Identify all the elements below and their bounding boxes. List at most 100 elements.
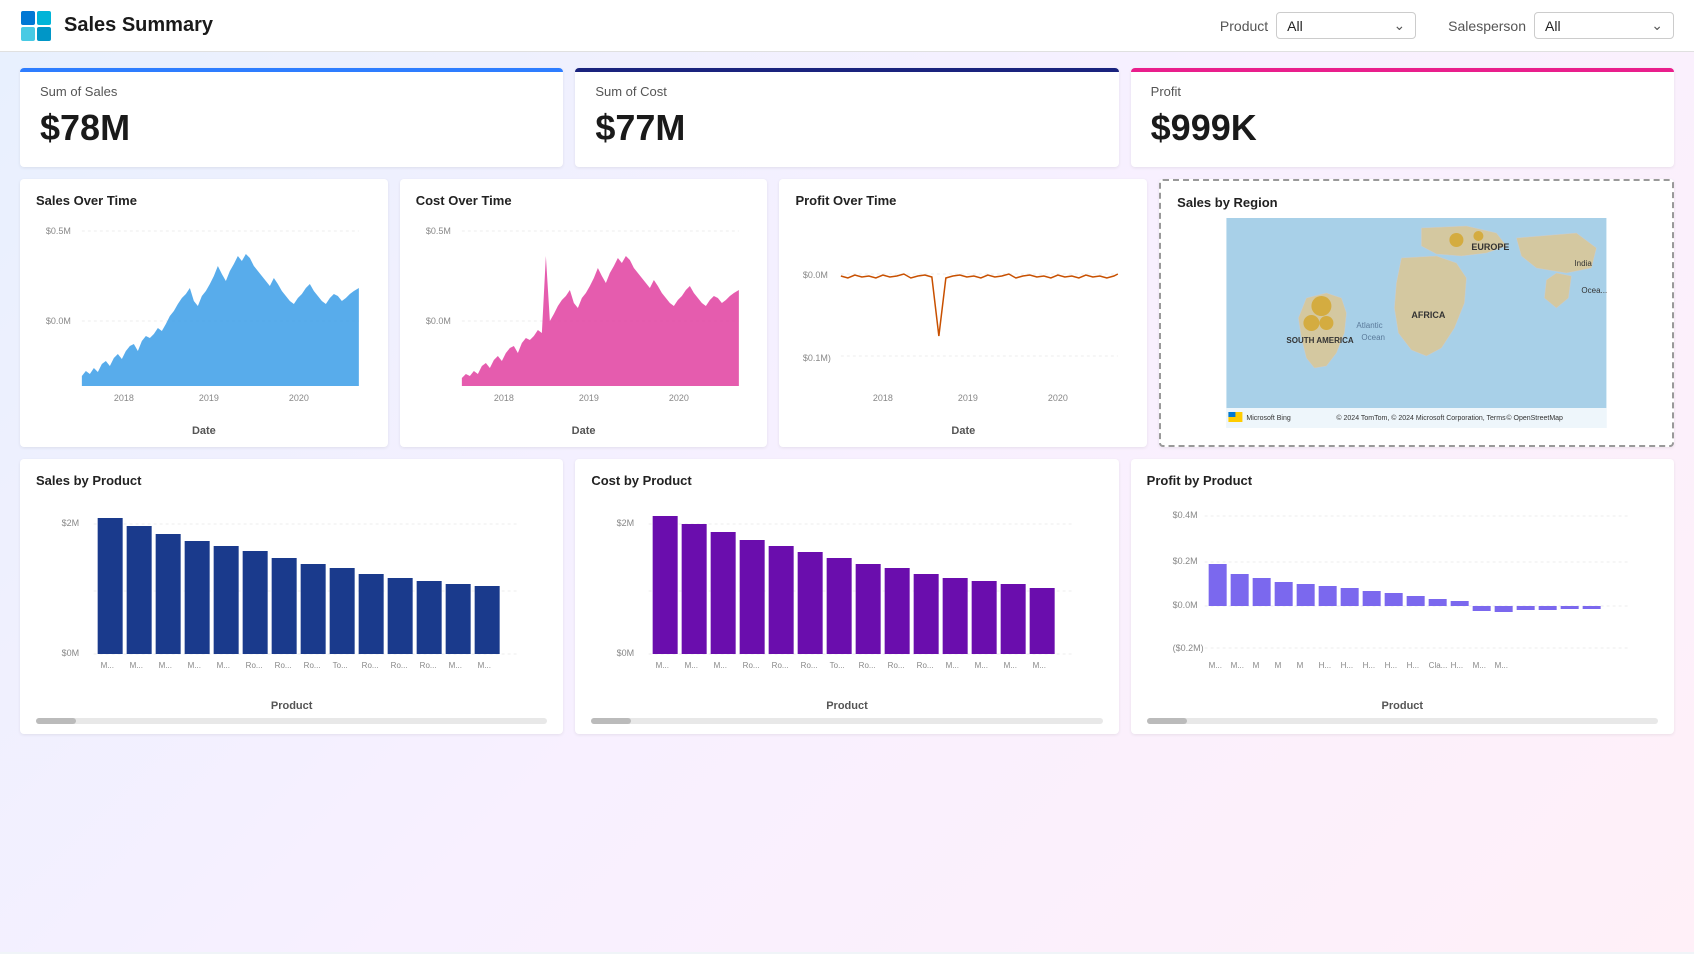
svg-text:Ocean: Ocean [1362, 333, 1386, 342]
svg-text:$0.2M: $0.2M [1172, 556, 1197, 566]
salesperson-filter-group: Salesperson All ⌄ [1448, 12, 1674, 39]
cost-product-scrollbar[interactable] [591, 718, 1102, 724]
svg-text:2018: 2018 [494, 393, 514, 403]
svg-text:Cla...: Cla... [1428, 661, 1447, 670]
svg-text:SOUTH AMERICA: SOUTH AMERICA [1287, 336, 1354, 345]
svg-text:AFRICA: AFRICA [1412, 310, 1446, 320]
charts-row2: Sales by Product $2M $0M [20, 459, 1674, 734]
salesperson-filter-label: Salesperson [1448, 18, 1526, 34]
svg-text:$0.0M: $0.0M [46, 316, 71, 326]
svg-text:H...: H... [1318, 661, 1330, 670]
svg-text:H...: H... [1450, 661, 1462, 670]
svg-text:M...: M... [159, 661, 172, 670]
profit-product-scrollbar[interactable] [1147, 718, 1658, 724]
kpi-row: Sum of Sales $78M Sum of Cost $77M Profi… [20, 68, 1674, 167]
kpi-sum-cost-value: $77M [595, 107, 1098, 149]
kpi-profit: Profit $999K [1131, 68, 1674, 167]
svg-text:$2M: $2M [62, 518, 80, 528]
svg-text:Ro...: Ro... [362, 661, 379, 670]
svg-text:$2M: $2M [617, 518, 635, 528]
svg-text:M...: M... [975, 661, 988, 670]
svg-text:Ro...: Ro... [246, 661, 263, 670]
svg-text:EUROPE: EUROPE [1472, 242, 1510, 252]
profit-over-time-card: Profit Over Time $0.0M $0.1M) 2018 2019 … [779, 179, 1147, 447]
svg-text:Microsoft Bing: Microsoft Bing [1247, 415, 1291, 422]
svg-text:M...: M... [1494, 661, 1507, 670]
sales-by-product-axis-label: Product [36, 700, 547, 712]
salesperson-filter-select[interactable]: All ⌄ [1534, 12, 1674, 39]
sales-by-region-title: Sales by Region [1177, 195, 1656, 210]
profit-over-time-chart: $0.0M $0.1M) 2018 2019 2020 [795, 216, 1131, 421]
salesperson-filter-value: All [1545, 18, 1561, 34]
svg-text:M...: M... [1472, 661, 1485, 670]
svg-text:$0.0M: $0.0M [1172, 600, 1197, 610]
profit-by-product-chart: $0.4M $0.2M $0.0M ($0.2M) [1147, 496, 1658, 696]
svg-text:India: India [1575, 259, 1593, 268]
svg-text:Ro...: Ro... [917, 661, 934, 670]
svg-text:M...: M... [217, 661, 230, 670]
sales-over-time-card: Sales Over Time $0.5M $0.0M 2018 2019 20… [20, 179, 388, 447]
cost-by-product-title: Cost by Product [591, 473, 1102, 488]
kpi-sum-sales: Sum of Sales $78M [20, 68, 563, 167]
svg-text:$0.1M): $0.1M) [803, 353, 831, 363]
svg-text:2020: 2020 [669, 393, 689, 403]
svg-text:Ro...: Ro... [391, 661, 408, 670]
charts-row1: Sales Over Time $0.5M $0.0M 2018 2019 20… [20, 179, 1674, 447]
svg-text:Ro...: Ro... [859, 661, 876, 670]
sales-by-product-card: Sales by Product $2M $0M [20, 459, 563, 734]
svg-text:To...: To... [830, 661, 845, 670]
sales-product-scrollbar[interactable] [36, 718, 547, 724]
svg-text:$0.4M: $0.4M [1172, 510, 1197, 520]
svg-text:H...: H... [1362, 661, 1374, 670]
svg-text:M...: M... [188, 661, 201, 670]
svg-text:$0.5M: $0.5M [426, 226, 451, 236]
svg-text:2018: 2018 [873, 393, 893, 403]
profit-over-time-title: Profit Over Time [795, 193, 1131, 208]
product-filter-select[interactable]: All ⌄ [1276, 12, 1416, 39]
sales-over-time-axis-label: Date [36, 425, 372, 437]
cost-over-time-axis-label: Date [416, 425, 752, 437]
svg-text:$0M: $0M [617, 648, 635, 658]
cost-by-product-chart: $2M $0M [591, 496, 1102, 696]
svg-text:H...: H... [1384, 661, 1396, 670]
product-filter-group: Product All ⌄ [1220, 12, 1416, 39]
kpi-sum-cost: Sum of Cost $77M [575, 68, 1118, 167]
svg-text:M...: M... [101, 661, 114, 670]
svg-text:To...: To... [333, 661, 348, 670]
svg-text:M...: M... [1004, 661, 1017, 670]
kpi-profit-label: Profit [1151, 84, 1654, 99]
svg-text:© OpenStreetMap: © OpenStreetMap [1507, 414, 1564, 422]
svg-text:M...: M... [946, 661, 959, 670]
svg-text:M...: M... [1208, 661, 1221, 670]
sales-by-region-card: Sales by Region EURO [1159, 179, 1674, 447]
svg-text:$0.0M: $0.0M [426, 316, 451, 326]
profit-over-time-axis-label: Date [795, 425, 1131, 437]
svg-text:H...: H... [1406, 661, 1418, 670]
sales-over-time-title: Sales Over Time [36, 193, 372, 208]
svg-text:$0.0M: $0.0M [803, 270, 828, 280]
svg-text:M: M [1296, 661, 1303, 670]
svg-text:© 2024 TomTom, © 2024 Microsof: © 2024 TomTom, © 2024 Microsoft Corporat… [1337, 414, 1507, 422]
svg-text:Ro...: Ro... [888, 661, 905, 670]
cost-by-product-axis-label: Product [591, 700, 1102, 712]
profit-by-product-axis-label: Product [1147, 700, 1658, 712]
svg-text:Ro...: Ro... [275, 661, 292, 670]
product-filter-label: Product [1220, 18, 1268, 34]
svg-text:($0.2M): ($0.2M) [1172, 643, 1203, 653]
svg-text:2020: 2020 [1048, 393, 1068, 403]
header-filters: Product All ⌄ Salesperson All ⌄ [1220, 12, 1674, 39]
svg-text:Ro...: Ro... [304, 661, 321, 670]
svg-text:M...: M... [714, 661, 727, 670]
kpi-profit-value: $999K [1151, 107, 1654, 149]
salesperson-chevron-icon: ⌄ [1651, 17, 1663, 34]
svg-text:2018: 2018 [114, 393, 134, 403]
svg-text:Ro...: Ro... [743, 661, 760, 670]
svg-text:2019: 2019 [958, 393, 978, 403]
svg-text:Ro...: Ro... [772, 661, 789, 670]
header: Sales Summary Product All ⌄ Salesperson … [0, 0, 1694, 52]
svg-text:M...: M... [130, 661, 143, 670]
svg-text:M...: M... [478, 661, 491, 670]
svg-text:2019: 2019 [199, 393, 219, 403]
svg-text:H...: H... [1340, 661, 1352, 670]
svg-text:Ro...: Ro... [420, 661, 437, 670]
